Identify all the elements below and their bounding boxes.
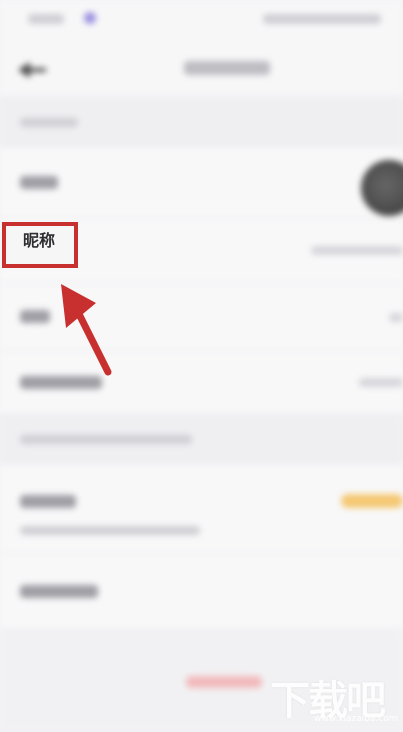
watermark: 下载吧 www.xiazaiba.com [266,668,400,728]
status-app-icon [84,12,96,24]
page-title [184,61,270,75]
row-account-security[interactable] [0,554,403,628]
row-avatar[interactable] [0,148,403,218]
status-time [28,14,64,24]
status-icons [263,14,381,24]
nickname-label[interactable]: 昵称 [23,227,55,251]
back-arrow-icon-stem [28,68,46,72]
watermark-url: www.xiazaiba.com [314,714,398,724]
section-header-account [0,413,403,465]
row-birthday[interactable] [0,351,403,413]
row-binding-subtitle [20,526,200,535]
row-gender[interactable] [0,284,403,350]
section-header-profile [0,96,403,148]
status-bar [0,0,403,44]
row-binding[interactable] [0,465,403,553]
blurred-screen [0,0,403,732]
status-badge [341,494,403,508]
logout-button[interactable] [186,676,262,688]
